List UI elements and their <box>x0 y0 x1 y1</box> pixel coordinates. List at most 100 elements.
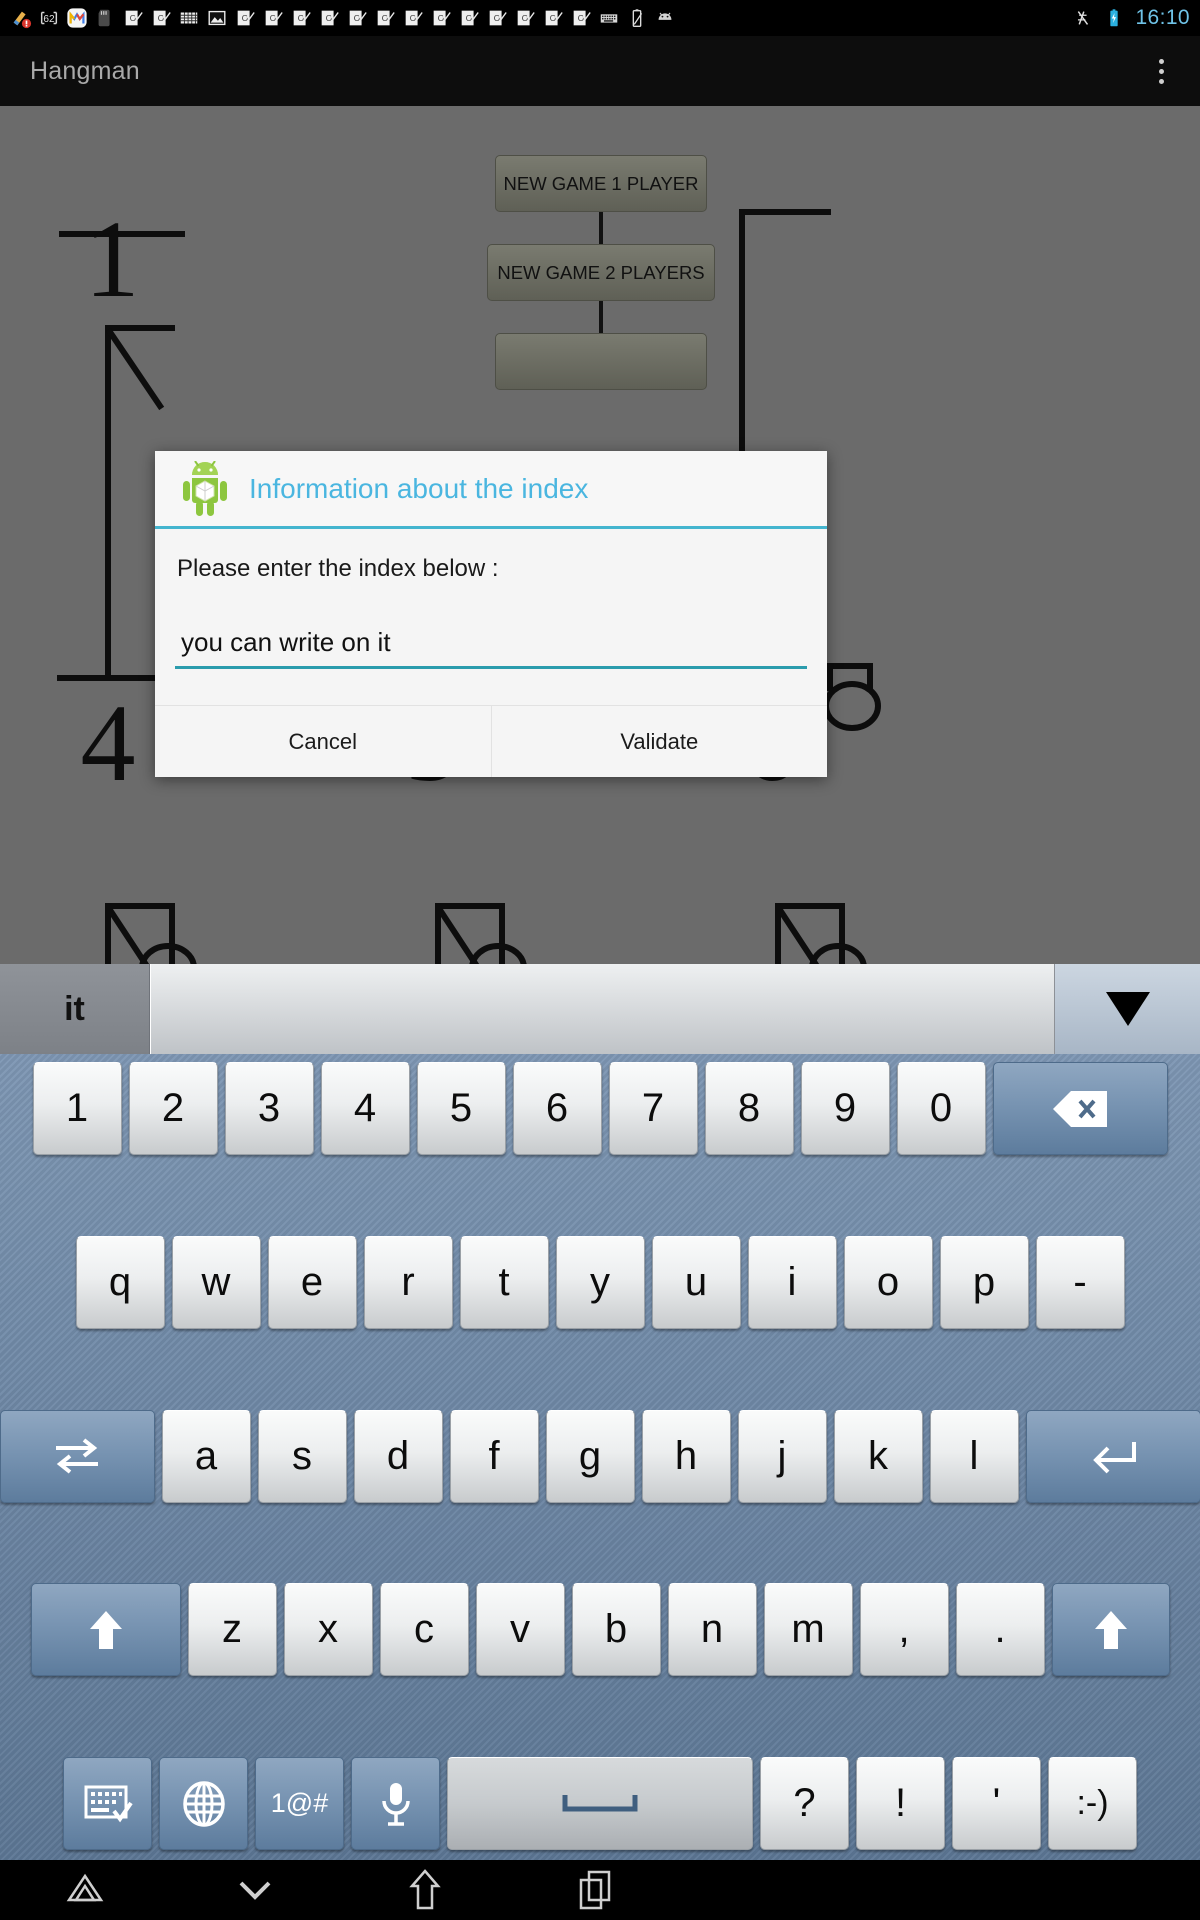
game-canvas: 1 4 5 6 NEW GAME 1 PLAYER NEW GAME 2 PLA… <box>0 106 1200 964</box>
key-a[interactable]: a <box>161 1409 251 1503</box>
dialog-body: Please enter the index below : <box>155 529 827 705</box>
key-k[interactable]: k <box>833 1409 923 1503</box>
key-b[interactable]: b <box>571 1583 661 1677</box>
enter-icon <box>1093 1442 1136 1474</box>
page-title: Hangman <box>30 56 140 85</box>
dialog-message: Please enter the index below : <box>177 555 499 582</box>
key-v[interactable]: v <box>475 1583 565 1677</box>
outlook-mail-icon: O <box>153 10 171 26</box>
key-j[interactable]: j <box>737 1409 827 1503</box>
outlook-mail-icon: O <box>293 10 311 26</box>
key-m[interactable]: m <box>763 1583 853 1677</box>
key-f[interactable]: f <box>449 1409 539 1503</box>
key-8[interactable]: 8 <box>704 1062 794 1155</box>
globe-icon <box>182 1780 225 1827</box>
key-0[interactable]: 0 <box>896 1062 986 1155</box>
keyboard-settings-key[interactable] <box>63 1757 152 1850</box>
caret-down-icon <box>1105 992 1150 1026</box>
overflow-dot <box>1158 68 1164 74</box>
validate-button[interactable]: Validate <box>491 706 827 777</box>
dialog-spacer <box>175 669 807 705</box>
recents-button[interactable] <box>510 1860 680 1920</box>
stage-label-4: 4 <box>81 682 136 804</box>
enter-key[interactable] <box>1025 1409 1200 1503</box>
key-1[interactable]: 1 <box>32 1062 122 1155</box>
key-3[interactable]: 3 <box>224 1062 314 1155</box>
key-u[interactable]: u <box>651 1235 741 1329</box>
key-exclamation[interactable]: ! <box>856 1757 945 1850</box>
battery-charging-icon <box>1110 9 1119 27</box>
key-h[interactable]: h <box>641 1409 731 1503</box>
symbols-key[interactable]: 1@# <box>255 1757 344 1850</box>
home-button[interactable] <box>340 1860 510 1920</box>
key-c[interactable]: c <box>379 1583 469 1677</box>
key-w[interactable]: w <box>171 1235 261 1329</box>
keyboard-icon <box>600 14 618 23</box>
key-r[interactable]: r <box>363 1235 453 1329</box>
key-o[interactable]: o <box>843 1235 933 1329</box>
suggestion-expand-button[interactable] <box>1055 964 1200 1054</box>
battery-stats-icon <box>632 9 643 27</box>
backspace-key[interactable] <box>992 1062 1168 1155</box>
language-key[interactable] <box>159 1757 248 1850</box>
key-comma[interactable]: , <box>859 1583 949 1677</box>
key-5[interactable]: 5 <box>416 1062 506 1155</box>
key-emoticon[interactable]: :-) <box>1048 1757 1137 1850</box>
shift-up-arrow-icon <box>89 1610 122 1649</box>
tab-key[interactable] <box>0 1409 155 1503</box>
outlook-mail-icon: O <box>433 10 451 26</box>
key-q[interactable]: q <box>75 1235 165 1329</box>
key-question[interactable]: ? <box>760 1757 849 1850</box>
new-game-1-player-button[interactable]: NEW GAME 1 PLAYER <box>495 155 707 212</box>
dialog-header: Information about the index <box>155 451 827 529</box>
key-x[interactable]: x <box>283 1583 373 1677</box>
index-input[interactable] <box>175 627 807 662</box>
key-hyphen[interactable]: - <box>1035 1235 1125 1329</box>
outlook-mail-icon: O <box>405 10 423 26</box>
keyboard-row-qwerty: q w e r t y u i o p - <box>5 1235 1195 1329</box>
outlook-mail-icon: O <box>517 10 535 26</box>
keyboard-row-digits: 1 2 3 4 5 6 7 8 9 0 <box>5 1062 1195 1155</box>
key-e[interactable]: e <box>267 1235 357 1329</box>
svg-text:62: 62 <box>43 14 55 25</box>
keyboard-row-zxcv: z x c v b n m , . <box>5 1583 1195 1677</box>
dialog-button-bar: Cancel Validate <box>155 705 827 777</box>
key-l[interactable]: l <box>929 1409 1019 1503</box>
cancel-button[interactable]: Cancel <box>155 706 491 777</box>
key-p[interactable]: p <box>939 1235 1029 1329</box>
overflow-menu-button[interactable] <box>1144 47 1178 95</box>
outlook-mail-icon: O <box>573 10 591 26</box>
key-2[interactable]: 2 <box>128 1062 218 1155</box>
shift-right-key[interactable] <box>1051 1583 1170 1677</box>
key-g[interactable]: g <box>545 1409 635 1503</box>
shift-up-arrow-icon <box>1094 1610 1127 1649</box>
key-z[interactable]: z <box>187 1583 277 1677</box>
keyboard-check-icon <box>84 1785 133 1822</box>
space-key[interactable] <box>447 1757 753 1850</box>
suggestion-strip-empty[interactable] <box>150 964 1055 1054</box>
key-t[interactable]: t <box>459 1235 549 1329</box>
key-y[interactable]: y <box>555 1235 645 1329</box>
key-d[interactable]: d <box>353 1409 443 1503</box>
on-screen-keyboard: 1 2 3 4 5 6 7 8 9 0 q w e r t y u i o p … <box>0 1054 1200 1860</box>
key-i[interactable]: i <box>747 1235 837 1329</box>
new-game-2-players-button[interactable]: NEW GAME 2 PLAYERS <box>487 244 715 301</box>
key-7[interactable]: 7 <box>608 1062 698 1155</box>
voice-input-key[interactable] <box>351 1757 440 1850</box>
suggestion-word-it[interactable]: it <box>0 964 150 1054</box>
index-information-dialog: Information about the index Please enter… <box>155 451 827 777</box>
key-9[interactable]: 9 <box>800 1062 890 1155</box>
key-apostrophe[interactable]: ' <box>952 1757 1041 1850</box>
menu-button-hidden[interactable] <box>495 333 707 390</box>
hide-keyboard-icon <box>239 1881 271 1900</box>
back-button[interactable] <box>0 1860 170 1920</box>
key-4[interactable]: 4 <box>320 1062 410 1155</box>
shift-left-key[interactable] <box>30 1583 181 1677</box>
key-s[interactable]: s <box>257 1409 347 1503</box>
key-n[interactable]: n <box>667 1583 757 1677</box>
game-menu-stack: NEW GAME 1 PLAYER NEW GAME 2 PLAYERS <box>487 155 715 390</box>
key-6[interactable]: 6 <box>512 1062 602 1155</box>
back-chevron-up-icon <box>66 1873 104 1902</box>
hide-keyboard-button[interactable] <box>170 1860 340 1920</box>
key-period[interactable]: . <box>955 1583 1045 1677</box>
